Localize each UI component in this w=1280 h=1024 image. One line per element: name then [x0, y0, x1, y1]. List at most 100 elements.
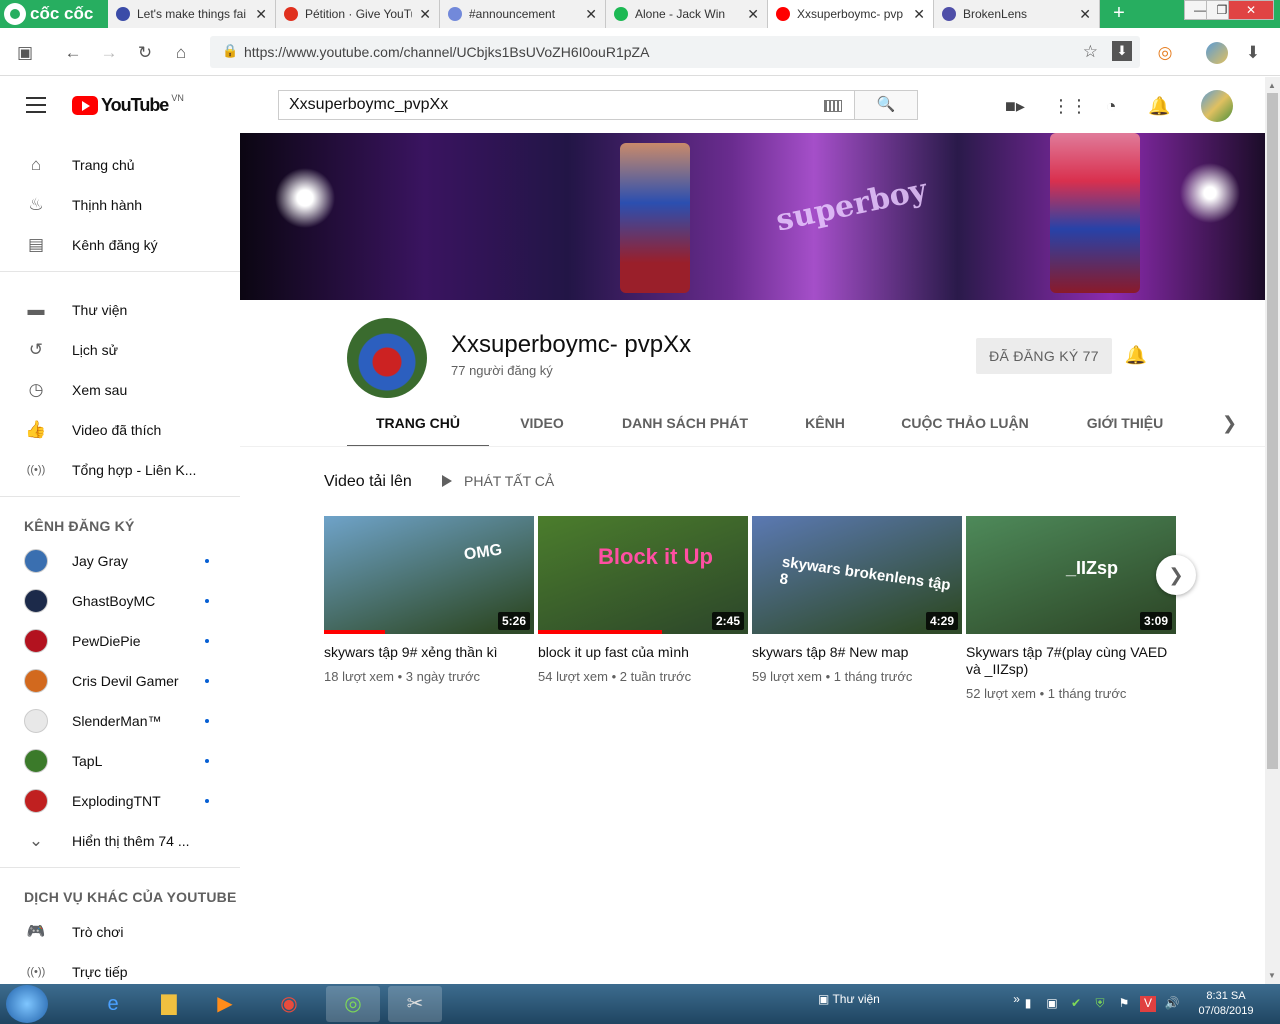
play-all-button[interactable]: PHÁT TẤT CẢ: [442, 473, 554, 489]
sidebar-item[interactable]: ◷ Xem sau: [0, 370, 240, 410]
address-bar[interactable]: 🔒 https://www.youtube.com/channel/UCbjks…: [210, 36, 1140, 68]
network-icon[interactable]: ▮: [1020, 996, 1036, 1012]
hamburger-menu-icon[interactable]: [26, 97, 46, 113]
home-browser-icon[interactable]: ⌂: [170, 42, 192, 64]
sidebar-item[interactable]: ▤ Kênh đăng ký: [0, 225, 240, 265]
sidebar-item[interactable]: Jay Gray: [0, 541, 240, 581]
sidebar-item[interactable]: GhastBoyMC: [0, 581, 240, 621]
scrollbar-thumb[interactable]: [1267, 93, 1278, 769]
toolbar-folder[interactable]: ▣ Thư viện »: [818, 992, 1020, 1006]
video-card[interactable]: skywars brokenlens tập 8 4:29 skywars tập …: [752, 516, 962, 684]
tab-close-icon[interactable]: ✕: [585, 6, 597, 23]
volume-icon[interactable]: 🔊: [1164, 996, 1180, 1012]
channel-tab[interactable]: KÊNH: [785, 403, 865, 447]
channel-tab[interactable]: VIDEO: [497, 403, 587, 447]
scroll-up-icon[interactable]: ▲: [1268, 81, 1276, 90]
coccoc-brand[interactable]: cốc cốc: [0, 0, 108, 28]
video-thumbnail[interactable]: _IIZsp 3:09: [966, 516, 1176, 634]
sidebar-item[interactable]: Cris Devil Gamer: [0, 661, 240, 701]
clock-icon: ◷: [28, 380, 44, 399]
video-thumbnail[interactable]: OMG 5:26: [324, 516, 534, 634]
tab-close-icon[interactable]: ✕: [419, 6, 431, 23]
shelf-next-arrow-icon[interactable]: ❯: [1156, 555, 1196, 595]
channel-tab[interactable]: TRANG CHỦ: [347, 403, 489, 447]
sidebar-item[interactable]: 👍 Video đã thích: [0, 410, 240, 450]
channel-tab[interactable]: GIỚI THIỆU: [1063, 403, 1187, 447]
profile-avatar-icon[interactable]: [1206, 42, 1228, 64]
file-explorer-icon[interactable]: ▇: [142, 986, 196, 1022]
flag-icon[interactable]: ⚑: [1116, 996, 1132, 1012]
sidebar-item[interactable]: ExplodingTNT: [0, 781, 240, 821]
page-scrollbar[interactable]: ▲ ▼: [1265, 77, 1280, 984]
media-player-icon[interactable]: ▶: [198, 986, 252, 1022]
browser-tab[interactable]: Xxsuperboymc- pvp ✕: [768, 0, 934, 28]
apps-grid-icon[interactable]: ⋮⋮: [1052, 95, 1088, 117]
notifications-bell-icon[interactable]: 🔔: [1148, 95, 1170, 117]
new-tab-button[interactable]: +: [1104, 0, 1134, 28]
download-video-icon[interactable]: ⬇: [1112, 41, 1132, 61]
security-icon[interactable]: ✔: [1068, 996, 1084, 1012]
bookmark-star-icon[interactable]: ☆: [1083, 42, 1098, 62]
youtube-logo[interactable]: YouTube VN: [72, 93, 184, 117]
sidebar-item[interactable]: SlenderMan™: [0, 701, 240, 741]
keyboard-icon[interactable]: [824, 100, 842, 112]
chrome-icon[interactable]: ◉: [262, 986, 316, 1022]
snipping-tool-icon[interactable]: ✂: [388, 986, 442, 1022]
reload-icon[interactable]: ↻: [134, 42, 156, 64]
video-title[interactable]: skywars tập 9# xẻng thần kì: [324, 644, 534, 661]
tray-app-icon[interactable]: ▣: [1044, 996, 1060, 1012]
tray-v-icon[interactable]: V: [1140, 996, 1156, 1012]
video-title[interactable]: Skywars tập 7#(play cùng VAED và _IIZsp): [966, 644, 1176, 678]
sidebar-item[interactable]: PewDiePie: [0, 621, 240, 661]
close-window-button[interactable]: ✕: [1228, 0, 1274, 20]
browser-tab[interactable]: Alone - Jack Win ✕: [606, 0, 768, 28]
start-button[interactable]: [6, 985, 48, 1023]
tab-close-icon[interactable]: ✕: [1079, 6, 1091, 23]
tab-close-icon[interactable]: ✕: [747, 6, 759, 23]
tab-close-icon[interactable]: ✕: [913, 6, 925, 23]
scroll-down-icon[interactable]: ▼: [1268, 971, 1276, 980]
sidebar-item-label: Xem sau: [72, 382, 128, 398]
back-icon[interactable]: ←: [62, 42, 84, 64]
tab-close-icon[interactable]: ✕: [255, 6, 267, 23]
sidebar-item[interactable]: ▬ Thư viện: [0, 290, 240, 330]
system-clock[interactable]: 8:31 SA 07/08/2019: [1196, 989, 1256, 1019]
video-card[interactable]: Block it Up 2:45 block it up fast của mình…: [538, 516, 748, 684]
tabs-next-chevron-icon[interactable]: ❯: [1222, 413, 1237, 434]
sidebar-item[interactable]: ⌄ Hiển thị thêm 74 ...: [0, 821, 240, 861]
video-card[interactable]: OMG 5:26 skywars tập 9# xẻng thần kì 18 lượ…: [324, 516, 534, 684]
browser-tab[interactable]: Let's make things fai ✕: [108, 0, 276, 28]
video-thumbnail[interactable]: Block it Up 2:45: [538, 516, 748, 634]
video-title[interactable]: block it up fast của mình: [538, 644, 748, 661]
sidebar-item[interactable]: ((•)) Trực tiếp: [0, 952, 240, 984]
extension-icon[interactable]: ◎: [1154, 42, 1176, 64]
account-avatar[interactable]: [1201, 90, 1233, 122]
sidebar-item[interactable]: TapL: [0, 741, 240, 781]
sidebar-item[interactable]: ⌂ Trang chủ: [0, 145, 240, 185]
browser-tab[interactable]: #announcement ✕: [440, 0, 606, 28]
forward-icon[interactable]: →: [98, 42, 120, 64]
video-thumbnail[interactable]: skywars brokenlens tập 8 4:29: [752, 516, 962, 634]
messages-icon[interactable]: ◔: [1100, 95, 1122, 117]
video-title[interactable]: skywars tập 8# New map: [752, 644, 962, 661]
internet-explorer-icon[interactable]: e: [86, 986, 140, 1022]
sidebar-item[interactable]: 🎮 Trò chơi: [0, 912, 240, 952]
sidebar-toggle-icon[interactable]: ▣: [14, 42, 36, 64]
browser-tab[interactable]: Pétition · Give YouTu ✕: [276, 0, 440, 28]
sidebar-item[interactable]: ((•)) Tổng hợp - Liên K...: [0, 450, 240, 490]
uploads-heading[interactable]: Video tải lên: [324, 473, 412, 491]
search-button[interactable]: 🔍: [854, 90, 918, 120]
channel-bell-icon[interactable]: 🔔: [1124, 345, 1148, 369]
downloads-icon[interactable]: ⬇: [1242, 42, 1264, 64]
browser-tab[interactable]: BrokenLens ✕: [934, 0, 1100, 28]
subscribed-button[interactable]: ĐÃ ĐĂNG KÝ 77: [976, 338, 1112, 374]
sidebar-item[interactable]: ♨ Thịnh hành: [0, 185, 240, 225]
coccoc-taskbar-icon[interactable]: ◎: [326, 986, 380, 1022]
channel-tab[interactable]: DANH SÁCH PHÁT: [605, 403, 765, 447]
sidebar-item[interactable]: ↺ Lịch sử: [0, 330, 240, 370]
create-video-icon[interactable]: ■▸: [1004, 95, 1026, 117]
shield-icon[interactable]: ⛨: [1092, 996, 1108, 1012]
channel-tab[interactable]: CUỘC THẢO LUẬN: [885, 403, 1045, 447]
search-input[interactable]: Xxsuperboymc_pvpXx: [278, 90, 854, 120]
video-card[interactable]: _IIZsp 3:09 Skywars tập 7#(play cùng VAED …: [966, 516, 1176, 701]
